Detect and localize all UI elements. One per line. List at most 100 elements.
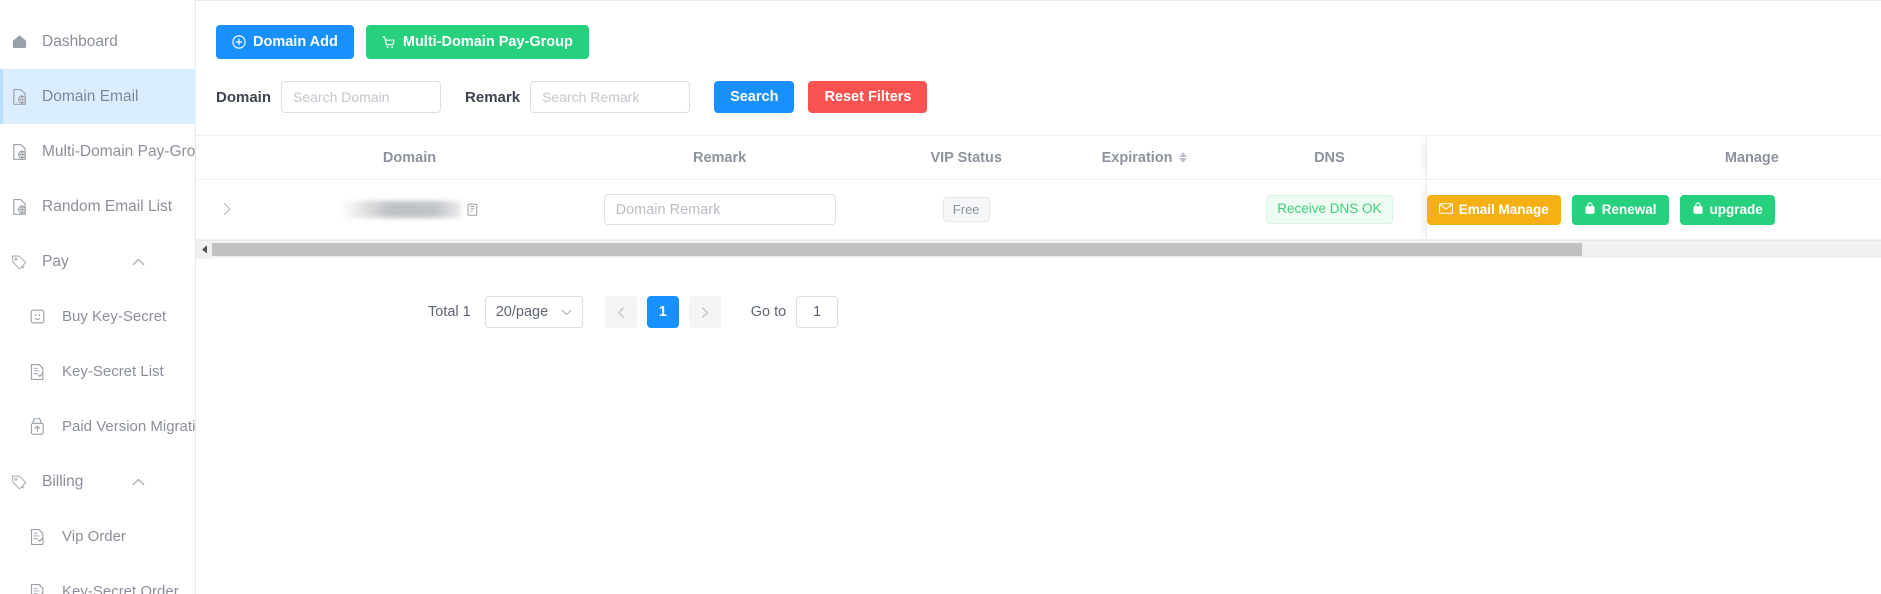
lock-bag-icon xyxy=(1584,202,1596,218)
pagination-page-1[interactable]: 1 xyxy=(646,296,679,328)
sidebar-item-paid-version-migration[interactable]: Paid Version Migration xyxy=(0,399,195,454)
triangle-left-icon[interactable] xyxy=(196,240,212,259)
table-row: Free Receive DNS OK xyxy=(196,179,1881,240)
bag-icon xyxy=(26,307,48,327)
pay-tag-icon xyxy=(8,472,30,492)
email-manage-label: Email Manage xyxy=(1458,201,1549,217)
sidebar-item-key-secret-order[interactable]: Key-Secret Order xyxy=(0,564,195,594)
horizontal-scrollbar[interactable] xyxy=(196,240,1881,259)
page-size-select[interactable]: 20/page xyxy=(484,296,583,328)
sidebar-item-multi-domain-pay-group[interactable]: Multi-Domain Pay-Group xyxy=(0,124,195,179)
cell-expand xyxy=(196,179,257,240)
domain-table-wrapper: Domain Remark VIP Status Expiration DNS xyxy=(196,135,1881,259)
domain-page-icon xyxy=(8,197,30,217)
sidebar-item-label: Key-Secret Order xyxy=(62,583,179,594)
pagination-next-button[interactable] xyxy=(688,296,721,328)
domain-add-label: Domain Add xyxy=(253,33,338,50)
table-body: Free Receive DNS OK xyxy=(196,179,1881,240)
app-root: Dashboard Domain Email Multi-Domain Pay-Gr… xyxy=(0,0,1881,594)
sidebar-item-label: Key-Secret List xyxy=(62,363,164,380)
domain-remark-input[interactable] xyxy=(603,194,836,225)
pagination-prev-button[interactable] xyxy=(604,296,637,328)
lock-bag-icon xyxy=(1692,202,1704,218)
dns-status-badge: Receive DNS OK xyxy=(1266,195,1393,224)
th-remark: Remark xyxy=(562,135,878,180)
sidebar-item-label: Dashboard xyxy=(42,32,118,50)
sidebar-item-dashboard[interactable]: Dashboard xyxy=(0,14,195,69)
domain-table: Domain Remark VIP Status Expiration DNS xyxy=(196,135,1881,240)
goto-label: Go to xyxy=(750,304,787,320)
th-manage: Manage xyxy=(1425,135,1881,180)
th-dns: DNS xyxy=(1233,135,1427,180)
cell-remark xyxy=(562,179,878,240)
filter-bar: Domain Remark Search Reset Filters xyxy=(196,59,1881,113)
page-size-value: 20/page xyxy=(495,304,549,320)
sidebar-item-label: Buy Key-Secret xyxy=(62,308,167,325)
th-expiration-label: Expiration xyxy=(1101,149,1173,166)
pagination: Total 1 20/page 1 Go to xyxy=(196,258,1881,328)
th-vip-status: VIP Status xyxy=(877,135,1056,180)
search-remark-input[interactable] xyxy=(530,81,691,113)
vip-status-badge: Free xyxy=(942,196,990,223)
domain-page-icon xyxy=(8,87,30,107)
domain-name-redacted xyxy=(341,201,461,218)
sort-arrows-icon[interactable] xyxy=(1178,152,1187,163)
table-header-row: Domain Remark VIP Status Expiration DNS xyxy=(196,135,1881,180)
sidebar-item-domain-email[interactable]: Domain Email xyxy=(0,69,195,124)
th-expand xyxy=(196,135,257,180)
search-domain-input[interactable] xyxy=(281,81,442,113)
sidebar-item-billing[interactable]: Billing xyxy=(0,454,195,509)
domain-filter-label: Domain xyxy=(216,88,272,106)
expand-row-chevron-right-icon[interactable] xyxy=(217,199,237,219)
cell-domain xyxy=(257,179,563,240)
domain-page-icon xyxy=(8,142,30,162)
search-button[interactable]: Search xyxy=(714,81,795,113)
envelope-icon xyxy=(1438,203,1453,217)
reset-filters-button[interactable]: Reset Filters xyxy=(808,81,928,113)
total-count-label: Total 1 xyxy=(428,304,471,320)
scrollbar-thumb[interactable] xyxy=(212,243,1582,256)
th-expiration[interactable]: Expiration xyxy=(1055,135,1234,180)
list-doc-icon xyxy=(26,362,48,382)
cell-vip-status: Free xyxy=(877,179,1056,240)
scrollbar-track[interactable] xyxy=(212,243,1881,256)
sidebar-item-label: Vip Order xyxy=(62,528,126,545)
sidebar-item-label: Pay xyxy=(42,252,69,270)
sidebar: Dashboard Domain Email Multi-Domain Pay-Gr… xyxy=(0,0,196,594)
cell-dns: Receive DNS OK xyxy=(1233,179,1427,240)
renewal-button[interactable]: Renewal xyxy=(1571,194,1669,225)
cart-icon xyxy=(382,35,396,50)
top-divider xyxy=(196,0,1881,1)
renewal-label: Renewal xyxy=(1601,201,1657,217)
sidebar-item-label: Random Email List xyxy=(42,197,173,215)
sidebar-item-label: Billing xyxy=(42,472,84,490)
action-button-row: Domain Add Multi-Domain Pay-Group xyxy=(196,0,1881,59)
plus-circle-icon xyxy=(232,35,246,49)
sidebar-item-label: Multi-Domain Pay-Group xyxy=(42,142,196,160)
chevron-up-icon[interactable] xyxy=(132,478,145,486)
sidebar-item-key-secret-list[interactable]: Key-Secret List xyxy=(0,344,195,399)
main-content: Domain Add Multi-Domain Pay-Group Domain xyxy=(196,0,1881,594)
chevron-up-icon[interactable] xyxy=(132,258,145,266)
chevron-down-icon xyxy=(561,309,572,316)
multi-domain-pay-group-button[interactable]: Multi-Domain Pay-Group xyxy=(365,25,589,59)
sidebar-item-vip-order[interactable]: Vip Order xyxy=(0,509,195,564)
goto-page-input[interactable] xyxy=(796,296,839,328)
sidebar-item-label: Paid Version Migration xyxy=(62,418,196,435)
pay-tag-icon xyxy=(8,252,30,272)
email-manage-button[interactable]: Email Manage xyxy=(1426,194,1561,225)
upgrade-label: upgrade xyxy=(1709,201,1763,217)
sidebar-item-random-email-list[interactable]: Random Email List xyxy=(0,179,195,234)
sidebar-item-label: Domain Email xyxy=(42,87,139,105)
cell-expiration xyxy=(1055,179,1234,240)
list-doc-icon xyxy=(26,582,48,594)
cell-manage: Email Manage Renewal upgrade xyxy=(1425,179,1881,240)
remark-filter-label: Remark xyxy=(465,88,521,106)
domain-add-button[interactable]: Domain Add xyxy=(216,25,354,59)
table-header: Domain Remark VIP Status Expiration DNS xyxy=(196,135,1881,180)
sidebar-item-buy-key-secret[interactable]: Buy Key-Secret xyxy=(0,289,195,344)
copy-icon[interactable] xyxy=(465,203,478,217)
multi-domain-label: Multi-Domain Pay-Group xyxy=(402,33,573,50)
upgrade-button[interactable]: upgrade xyxy=(1679,194,1775,225)
sidebar-item-pay[interactable]: Pay xyxy=(0,234,195,289)
